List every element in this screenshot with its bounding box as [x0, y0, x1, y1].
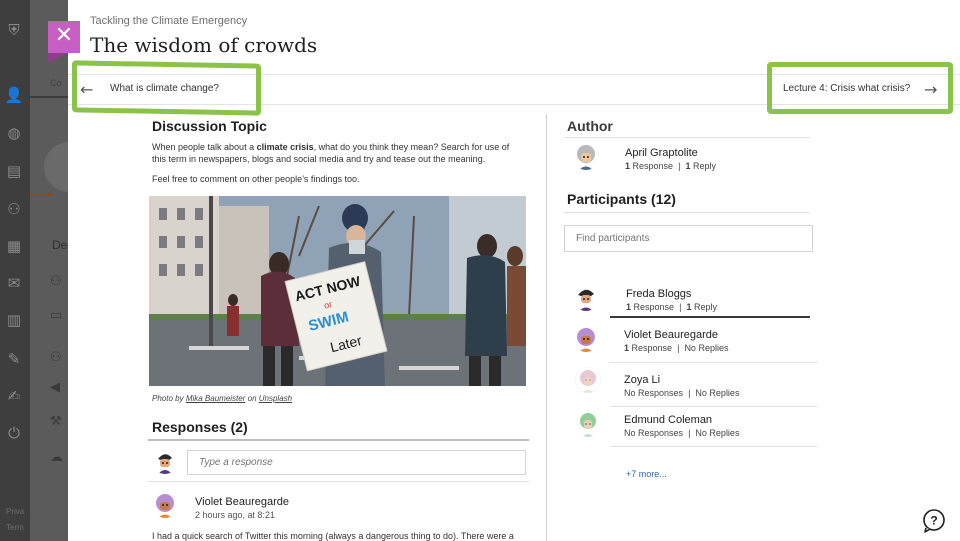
participant-stats: 1 Response | 1 Reply [626, 302, 717, 312]
caption-middle: on [245, 394, 259, 403]
participant-name[interactable]: Zoya Li [624, 374, 660, 386]
author-heading: Author [567, 118, 613, 134]
participant-divider [610, 362, 817, 363]
participant-name[interactable]: Edmund Coleman [624, 414, 712, 426]
participants-heading: Participants (12) [567, 191, 676, 207]
background-cloud-icon: ☁ [50, 450, 63, 465]
find-participants-input[interactable] [564, 225, 813, 252]
background-groups-icon: ⚇ [50, 350, 62, 365]
discussion-topic-heading: Discussion Topic [152, 118, 267, 134]
unsplash-link[interactable]: Unsplash [259, 394, 292, 403]
author-stats: 1 Response | 1 Reply [625, 161, 716, 171]
close-button[interactable]: ✕ [48, 21, 80, 53]
participant-avatar [575, 411, 601, 437]
topic-body-start: When people talk about a [152, 142, 257, 152]
author-name[interactable]: April Graptolite [625, 147, 698, 159]
background-accent [30, 193, 52, 196]
grades-icon: ▥ [6, 311, 22, 329]
participant-stats: 1 Response | No Replies [624, 343, 729, 353]
arrow-left-icon[interactable]: ← [80, 80, 93, 99]
svg-text:?: ? [930, 514, 937, 528]
page-title: The wisdom of crowds [90, 33, 318, 57]
messages-icon: ✉ [7, 274, 21, 292]
next-item-label[interactable]: Lecture 4: Crisis what crisis? [783, 83, 910, 94]
globe-icon: ◍ [7, 124, 21, 142]
sign-out-icon: ⏻ [8, 424, 20, 442]
participant-name[interactable]: Freda Bloggs [626, 288, 691, 300]
background-section-text: De [52, 238, 68, 252]
topic-body-bold: climate crisis [256, 142, 314, 152]
courses-icon: ▤ [6, 162, 22, 180]
background-video-icon: ▭ [50, 308, 63, 323]
screen: ⛨ 👤 ◍ ▤ ⚇ ▦ ✉ ▥ ✎ ✍ ⏻ Priva Term Co De ⚇… [0, 0, 960, 541]
post-body: I had a quick search of Twitter this mor… [152, 531, 514, 541]
background-tab: Co [50, 78, 62, 88]
participant-avatar [575, 367, 601, 393]
protest-photo-illustration: ACT NOW or SWIM Later [149, 196, 526, 386]
participant-name[interactable]: Violet Beauregarde [624, 329, 718, 341]
help-icon[interactable]: ? [922, 509, 946, 533]
close-button-tab [48, 53, 68, 63]
participant-stats: No Responses | No Replies [624, 428, 740, 438]
course-label: Tackling the Climate Emergency [90, 15, 248, 27]
footer-terms: Term [6, 523, 24, 532]
response-divider [148, 481, 529, 482]
post-author-avatar [152, 492, 178, 518]
post-author-name[interactable]: Violet Beauregarde [195, 496, 289, 508]
photo-caption: Photo by Mika Baumeister on Unsplash [152, 394, 292, 403]
background-megaphone-icon: ◀ [50, 380, 60, 395]
current-user-avatar [153, 450, 177, 474]
previous-item-label[interactable]: What is climate change? [110, 83, 219, 94]
response-input[interactable] [187, 450, 526, 475]
participant-divider [610, 446, 817, 447]
background-left-nav: ⛨ 👤 ◍ ▤ ⚇ ▦ ✉ ▥ ✎ ✍ ⏻ Priva Term [0, 0, 30, 541]
background-divider [30, 96, 70, 98]
discussion-topic-note: Feel free to comment on other people’s f… [152, 174, 360, 184]
background-people-icon: ⚇ [50, 274, 62, 289]
profile-icon: 👤 [4, 86, 24, 104]
participant-avatar [573, 326, 599, 352]
calendar-icon: ▦ [6, 237, 22, 255]
more-participants-link[interactable]: +7 more... [626, 469, 667, 479]
column-divider [546, 114, 547, 541]
tools-icon: ✎ [7, 350, 21, 368]
selected-participant-indicator [610, 316, 810, 318]
author-avatar [573, 144, 599, 170]
participant-divider [610, 406, 817, 407]
caption-prefix: Photo by [152, 394, 186, 403]
participants-divider [563, 212, 810, 213]
post-timestamp: 2 hours ago, at 8:21 [195, 510, 276, 520]
edit-icon: ✍ [7, 387, 21, 405]
responses-divider [148, 439, 529, 441]
background-wrench-icon: ⚒ [50, 414, 62, 429]
institution-logo-icon: ⛨ [8, 21, 20, 39]
photographer-link[interactable]: Mika Baumeister [186, 394, 246, 403]
participant-stats: No Responses | No Replies [624, 388, 740, 398]
close-icon: ✕ [54, 23, 74, 48]
author-divider [563, 137, 810, 138]
groups-icon: ⚇ [7, 200, 21, 218]
responses-heading: Responses (2) [152, 419, 248, 435]
protest-photo: ACT NOW or SWIM Later [149, 196, 526, 386]
discussion-topic-body: When people talk about a climate crisis,… [152, 141, 522, 165]
participant-avatar [573, 285, 599, 311]
footer-privacy: Priva [6, 507, 25, 516]
arrow-right-icon[interactable]: → [924, 80, 937, 99]
background-course-panel: Co De ⚇ ▭ ⚇ ◀ ⚒ ☁ [30, 0, 94, 541]
